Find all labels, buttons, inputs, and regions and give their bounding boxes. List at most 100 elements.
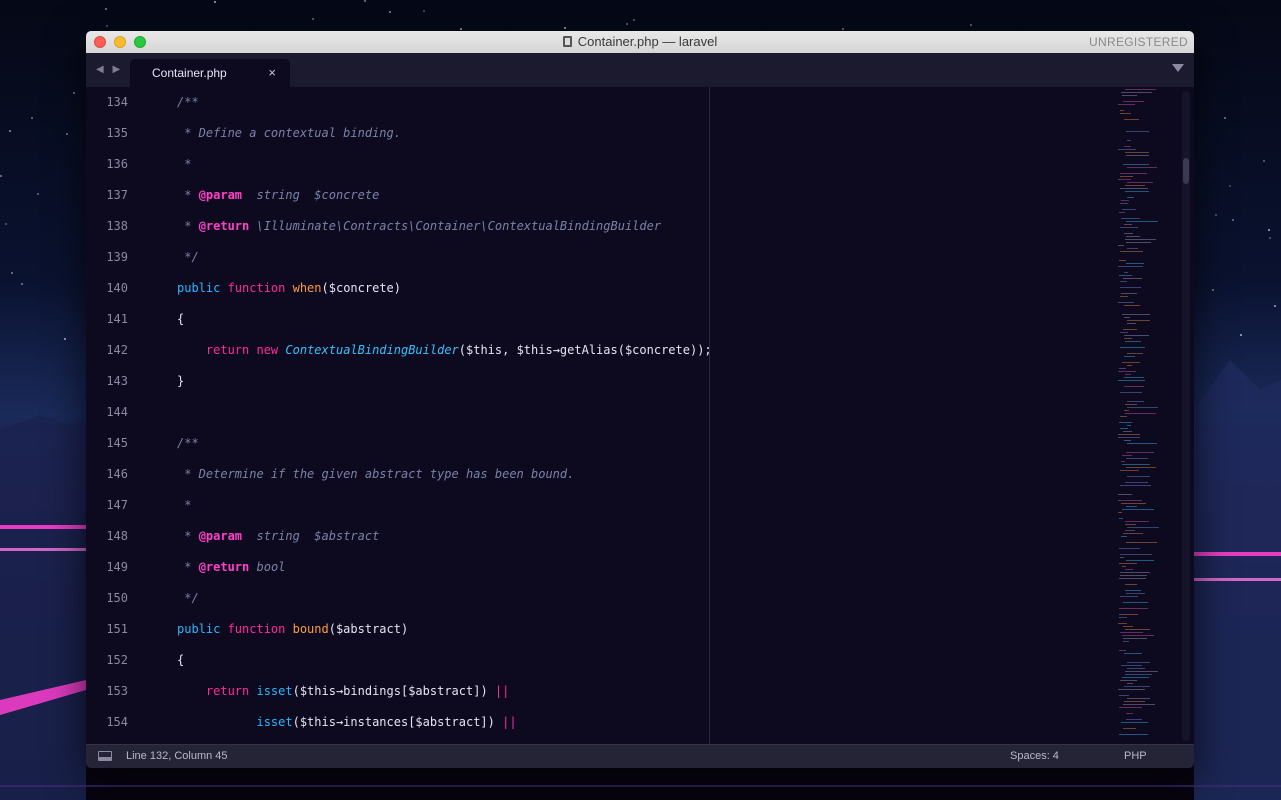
minimap-line <box>1125 152 1149 153</box>
minimap-line <box>1125 89 1156 90</box>
minimap-line <box>1119 548 1140 549</box>
minimap-line <box>1120 392 1142 393</box>
minimap-line <box>1119 260 1126 261</box>
code-line[interactable]: return isset($this→bindings[$abstract]) … <box>177 676 717 707</box>
minimap[interactable] <box>1116 87 1184 744</box>
line-number: 150 <box>106 591 128 605</box>
minimap-line <box>1123 533 1143 534</box>
vertical-scrollbar[interactable] <box>1182 91 1190 741</box>
line-number: 153 <box>106 684 128 698</box>
tab-container-php[interactable]: Container.php × <box>130 59 290 87</box>
minimap-line <box>1118 371 1136 372</box>
minimap-line <box>1127 320 1150 321</box>
tab-dropdown-icon[interactable] <box>1172 64 1184 72</box>
code-area[interactable]: /** * Define a contextual binding. * * @… <box>177 87 717 738</box>
code-line[interactable]: /** <box>177 87 717 118</box>
minimap-line <box>1119 608 1148 609</box>
panel-toggle-icon[interactable] <box>98 751 112 761</box>
document-icon <box>562 36 572 47</box>
code-line[interactable]: * @return bool <box>177 552 717 583</box>
code-token: @param <box>198 188 243 202</box>
code-line[interactable]: * <box>177 490 717 521</box>
minimap-line <box>1118 512 1122 513</box>
minimap-line <box>1125 413 1156 414</box>
code-token: ($this→instances[$abstract]) <box>292 715 503 729</box>
code-line[interactable]: * @param string $concrete <box>177 180 717 211</box>
star <box>106 24 109 27</box>
code-token: || <box>502 715 517 729</box>
minimap-line <box>1125 524 1136 525</box>
tab-navigation-arrows[interactable]: ◀ ▶ <box>96 64 123 75</box>
code-token: ContextualBindingBuilder <box>285 343 459 357</box>
code-line[interactable]: */ <box>177 583 717 614</box>
code-token: */ <box>177 591 199 605</box>
minimap-line <box>1127 662 1150 663</box>
code-token: isset <box>177 715 293 729</box>
minimap-line <box>1122 509 1154 510</box>
minimap-line <box>1124 338 1132 339</box>
scrollbar-thumb[interactable] <box>1183 158 1189 184</box>
minimap-line <box>1123 278 1142 279</box>
minimap-line <box>1126 713 1133 714</box>
minimap-line <box>1120 251 1143 252</box>
code-token: * <box>177 188 199 202</box>
status-bar: Line 132, Column 45 Spaces: 4 PHP <box>86 744 1194 768</box>
code-line[interactable]: public function when($concrete) <box>177 273 717 304</box>
minimap-line <box>1127 527 1159 528</box>
minimap-line <box>1122 455 1132 456</box>
code-line[interactable]: * @param string $abstract <box>177 521 717 552</box>
minimap-line <box>1118 266 1143 267</box>
title-bar[interactable]: Container.php — laravel UNREGISTERED <box>86 31 1194 54</box>
code-line[interactable]: */ <box>177 242 717 273</box>
code-token: string $concrete <box>242 188 380 202</box>
code-token: function <box>227 622 293 636</box>
code-line[interactable]: * Determine if the given abstract type h… <box>177 459 717 490</box>
minimap-line <box>1122 209 1136 210</box>
column-ruler <box>709 87 710 744</box>
minimap-line <box>1122 95 1137 96</box>
minimap-line <box>1120 332 1128 333</box>
code-token: new <box>256 343 286 357</box>
line-number: 148 <box>106 529 128 543</box>
indentation-setting[interactable]: Spaces: 4 <box>1010 750 1059 762</box>
code-line[interactable]: * <box>177 149 717 180</box>
minimap-line <box>1124 272 1128 273</box>
code-line[interactable]: return new ContextualBindingBuilder($thi… <box>177 335 717 366</box>
syntax-mode[interactable]: PHP <box>1124 750 1147 762</box>
code-token: @return <box>198 219 250 233</box>
unregistered-label: UNREGISTERED <box>1089 35 1188 49</box>
code-token: ($this→bindings[$abstract]) <box>292 684 495 698</box>
code-token: ($concrete) <box>321 281 401 295</box>
code-line[interactable]: * Define a contextual binding. <box>177 118 717 149</box>
minimap-line <box>1127 140 1131 141</box>
code-line[interactable]: * @return \Illuminate\Contracts\Containe… <box>177 211 717 242</box>
minimap-line <box>1125 590 1141 591</box>
code-token: bool <box>249 560 286 574</box>
minimap-line <box>1127 401 1144 402</box>
minimap-line <box>1121 200 1129 201</box>
line-number-gutter: 134 135 136 137 138 139 140 141 142 143 144 145 146 1… <box>86 87 148 738</box>
code-editor[interactable]: 134 135 136 137 138 139 140 141 142 143 144 145 146 1… <box>86 87 1194 744</box>
code-line[interactable]: /** <box>177 428 717 459</box>
star <box>4 223 7 226</box>
minimap-line <box>1126 560 1154 561</box>
minimap-line <box>1119 212 1125 213</box>
window-title: Container.php — laravel <box>577 34 718 49</box>
code-line[interactable]: { <box>177 304 717 335</box>
tab-close-icon[interactable]: × <box>268 65 276 80</box>
minimap-line <box>1125 671 1158 672</box>
code-line[interactable]: { <box>177 645 717 676</box>
minimap-line <box>1124 317 1130 318</box>
code-token: * <box>177 560 199 574</box>
code-line[interactable]: } <box>177 366 717 397</box>
code-token: */ <box>177 250 199 264</box>
minimap-line <box>1124 386 1144 387</box>
minimap-line <box>1123 329 1137 330</box>
code-line[interactable] <box>177 397 717 428</box>
code-line[interactable]: public function bound($abstract) <box>177 614 717 645</box>
code-line[interactable]: isset($this→instances[$abstract]) || <box>177 707 717 738</box>
minimap-line <box>1121 722 1148 723</box>
minimap-line <box>1120 557 1124 558</box>
line-number: 135 <box>106 126 128 140</box>
star <box>1211 288 1214 291</box>
